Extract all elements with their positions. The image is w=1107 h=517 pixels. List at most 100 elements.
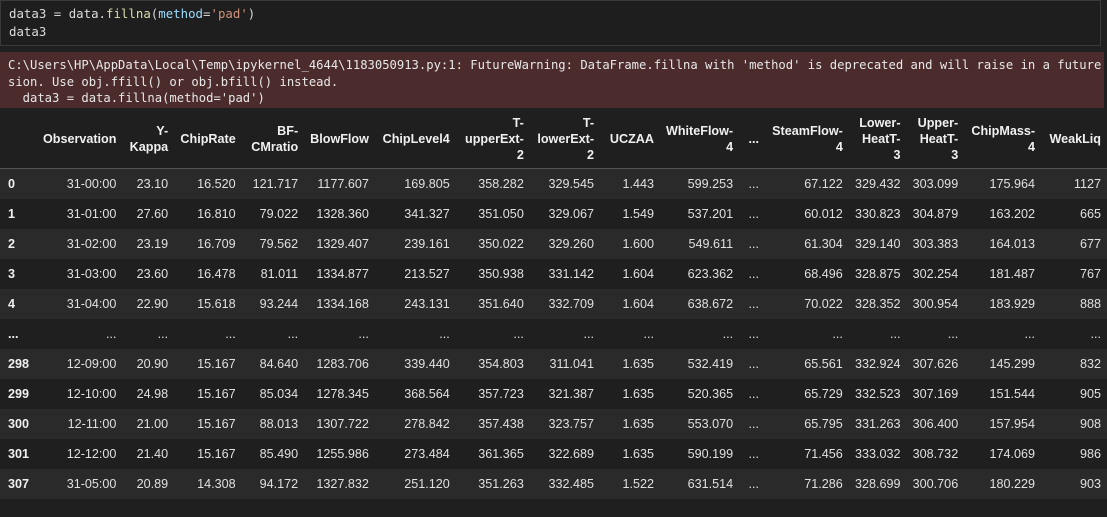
table-cell: 323.757: [548, 416, 595, 431]
table-cell: 175.964: [989, 176, 1036, 191]
index-header: [0, 110, 36, 169]
table-cell: ...: [157, 326, 169, 341]
table-cell: 321.387: [548, 386, 595, 401]
table-cell: 121.717: [252, 176, 299, 191]
column-header-line: ...: [748, 132, 759, 146]
table-cell: 832: [1079, 356, 1101, 371]
table-cell: 328.699: [854, 476, 901, 491]
column-header-line: 2: [516, 148, 524, 162]
table-cell: 908: [1079, 416, 1101, 431]
table-cell: 331.142: [548, 266, 595, 281]
column-header[interactable]: T-upperExt- 2: [455, 110, 530, 169]
row-index: 3: [8, 266, 16, 281]
table-cell: 1278.345: [316, 386, 369, 401]
column-header[interactable]: T-lowerExt- 2: [529, 110, 601, 169]
table-cell: 1327.832: [316, 476, 369, 491]
code-line-2: data3: [9, 24, 47, 39]
table-cell: 1177.607: [317, 176, 369, 191]
column-header-line: CMratio: [251, 140, 299, 154]
table-cell: 351.640: [478, 296, 524, 311]
column-header-line: T-: [582, 116, 595, 130]
table-cell: 1127: [1073, 176, 1101, 191]
table-cell: 23.10: [136, 176, 169, 191]
table-cell: 15.167: [197, 386, 236, 401]
column-header-line: ChipRate: [180, 132, 236, 146]
table-row: 298 12-09:00 20.90 15.167 84.640 1283.706 339.…: [0, 348, 1107, 379]
table-cell: 302.254: [912, 266, 959, 281]
table-cell: ...: [287, 326, 299, 341]
column-header[interactable]: UCZAA: [600, 110, 660, 169]
table-cell: 339.440: [404, 356, 450, 371]
code-line-1: data3 = data.fillna(method='pad'): [9, 5, 1092, 23]
row-index: 1: [8, 206, 16, 221]
table-cell: 888: [1079, 296, 1101, 311]
table-cell: 20.89: [136, 476, 169, 491]
table-cell: 16.478: [197, 266, 236, 281]
column-header[interactable]: Lower- HeatT- 3: [848, 110, 907, 169]
warning-output: C:\Users\HP\AppData\Local\Temp\ipykernel…: [0, 52, 1104, 108]
column-header-line: 2: [587, 148, 595, 162]
table-cell: ...: [225, 326, 236, 341]
table-cell: 20.90: [136, 356, 169, 371]
column-header[interactable]: BlowFlow: [304, 110, 375, 169]
table-cell: 163.202: [989, 206, 1036, 221]
table-cell: 303.099: [912, 176, 959, 191]
code-cell[interactable]: data3 = data.fillna(method='pad') data3: [0, 0, 1101, 46]
table-cell: 145.299: [989, 356, 1036, 371]
column-header-line: Observation: [42, 132, 117, 146]
table-cell: 306.400: [912, 416, 959, 431]
table-cell: 332.485: [548, 476, 595, 491]
table-cell: 1.635: [622, 416, 654, 431]
column-header[interactable]: Y- Kappa: [122, 110, 175, 169]
column-header[interactable]: BF- CMratio: [241, 110, 305, 169]
column-header-line: WhiteFlow-: [665, 124, 734, 138]
column-header[interactable]: WhiteFlow- 4: [659, 110, 740, 169]
table-cell: 93.244: [259, 296, 299, 311]
code-token-fn: fillna: [106, 6, 151, 21]
column-header[interactable]: ...: [739, 110, 765, 169]
table-cell: 16.709: [197, 236, 236, 251]
table-cell: 164.013: [989, 236, 1036, 251]
warning-line-2: sion. Use obj.ffill() or obj.bfill() ins…: [8, 74, 339, 89]
table-row: 307 31-05:00 20.89 14.308 94.172 1327.832 251.…: [0, 468, 1107, 499]
table-cell: 243.131: [404, 296, 450, 311]
column-header[interactable]: ChipLevel4: [374, 110, 456, 169]
table-cell: 631.514: [687, 476, 734, 491]
table-cell: 239.161: [404, 236, 450, 251]
table-cell: 1328.360: [316, 206, 369, 221]
table-cell: 88.013: [259, 416, 299, 431]
column-header[interactable]: Observation: [35, 110, 123, 169]
table-row: 1 31-01:00 27.60 16.810 79.022 1328.360 341.32…: [0, 198, 1107, 229]
column-header[interactable]: WeakLiq: [1041, 110, 1107, 169]
table-cell: 1307.722: [316, 416, 369, 431]
table-row: 3 31-03:00 23.60 16.478 81.011 1334.877 213.52…: [0, 258, 1107, 289]
table-cell: 329.140: [854, 236, 901, 251]
table-cell: 251.120: [404, 476, 450, 491]
table-cell: 68.496: [804, 266, 843, 281]
table-cell: 14.308: [197, 476, 236, 491]
table-row: ........................................…: [0, 318, 1107, 349]
column-header[interactable]: ChipMass- 4: [964, 110, 1042, 169]
table-cell: ...: [832, 326, 843, 341]
table-cell: 1334.877: [316, 266, 369, 281]
column-header[interactable]: Upper- HeatT- 3: [906, 110, 965, 169]
table-cell: 27.60: [136, 206, 169, 221]
table-cell: ...: [748, 326, 759, 341]
dataframe-output: Observation Y- Kappa ChipRate BF- CMratio Blow…: [0, 110, 1107, 517]
table-cell: 1.635: [622, 386, 654, 401]
table-cell: 79.562: [259, 236, 299, 251]
table-cell: 638.672: [687, 296, 734, 311]
column-header[interactable]: SteamFlow- 4: [764, 110, 849, 169]
table-cell: 151.544: [989, 386, 1036, 401]
table-cell: 16.520: [197, 176, 236, 191]
table-cell: 341.327: [404, 206, 450, 221]
table-cell: 351.050: [478, 206, 524, 221]
table-header-row: Observation Y- Kappa ChipRate BF- CMratio Blow…: [0, 110, 1107, 169]
column-header-line: BF-: [277, 124, 299, 138]
column-header[interactable]: ChipRate: [174, 110, 242, 169]
table-cell: 31-05:00: [66, 476, 117, 491]
row-index: 307: [8, 476, 30, 491]
warning-line-1: C:\Users\HP\AppData\Local\Temp\ipykernel…: [8, 58, 1104, 72]
table-cell: 553.070: [687, 416, 734, 431]
table-cell: 1255.986: [316, 446, 369, 461]
